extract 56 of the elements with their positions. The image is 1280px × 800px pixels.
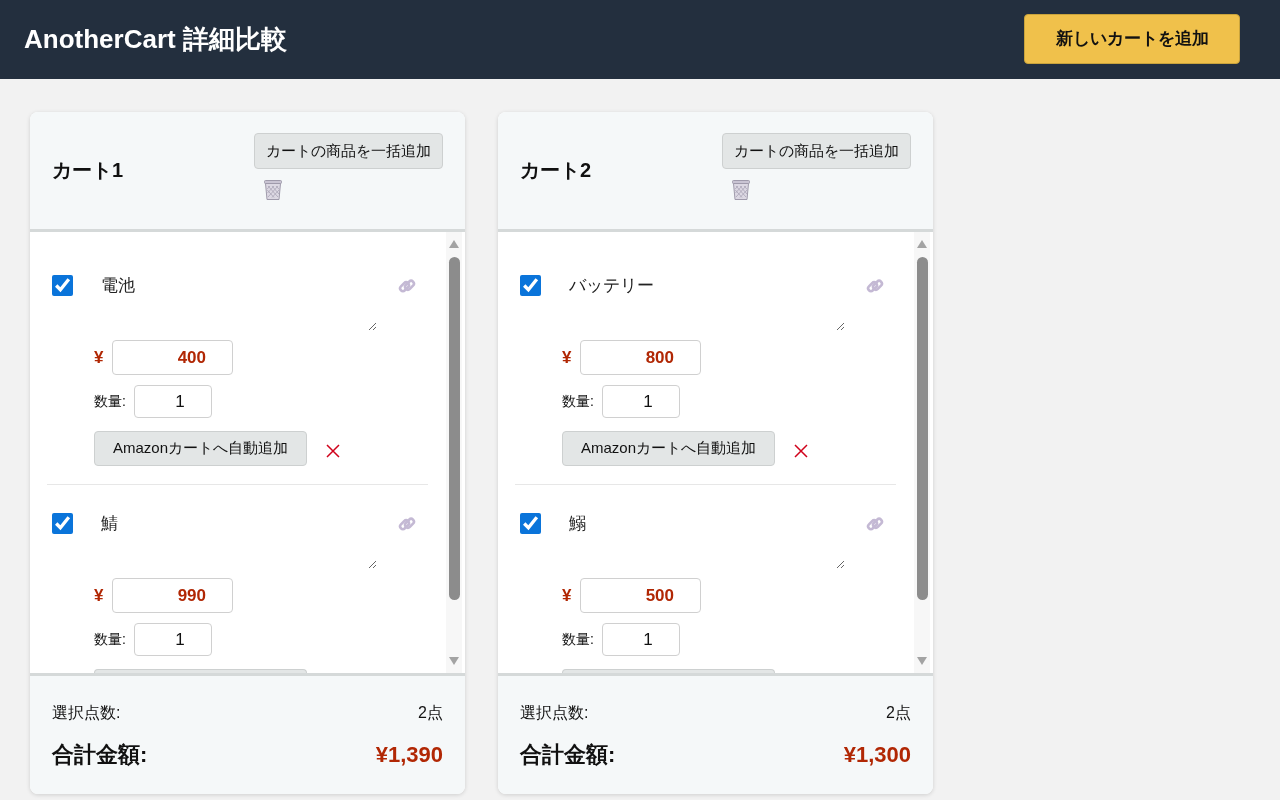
link-icon[interactable] [398, 277, 416, 295]
selected-count-label: 選択点数: [520, 703, 589, 723]
scroll-down-arrow-icon[interactable] [917, 657, 927, 665]
quantity-field[interactable]: 1 [134, 623, 212, 656]
currency-symbol: ¥ [562, 347, 573, 368]
item-checkbox[interactable] [52, 513, 73, 534]
quantity-label: 数量: [562, 630, 595, 649]
link-icon[interactable] [398, 515, 416, 533]
item-checkbox[interactable] [520, 513, 541, 534]
scrollbar-track[interactable] [446, 232, 462, 673]
item-checkbox[interactable] [520, 275, 541, 296]
item-checkbox[interactable] [52, 275, 73, 296]
scrollbar-track[interactable] [914, 232, 930, 673]
total-label: 合計金額: [52, 741, 148, 769]
add-cart-button[interactable]: 新しいカートを追加 [1024, 13, 1240, 64]
price-field[interactable]: 800 [580, 340, 701, 375]
bulk-add-button[interactable]: カートの商品を一括追加 [254, 133, 443, 169]
cart-title: カート2 [520, 158, 592, 183]
amazon-add-button[interactable]: Amazonカートへ自動追加 [94, 431, 307, 466]
quantity-field[interactable]: 1 [602, 385, 680, 418]
quantity-label: 数量: [94, 630, 127, 649]
item-name-field[interactable]: バッテリー [563, 275, 845, 331]
scroll-up-arrow-icon[interactable] [917, 240, 927, 248]
scroll-up-arrow-icon[interactable] [449, 240, 459, 248]
close-icon[interactable] [794, 443, 808, 458]
price-field[interactable]: 400 [112, 340, 233, 375]
amazon-add-button[interactable]: Amazonカートへ自動追加 [562, 431, 775, 466]
selected-count-label: 選択点数: [52, 703, 121, 723]
bulk-add-button[interactable]: カートの商品を一括追加 [722, 133, 911, 169]
link-icon[interactable] [866, 277, 884, 295]
app-title: AnotherCart 詳細比較 [24, 23, 287, 56]
close-icon[interactable] [326, 443, 340, 458]
total-amount: ¥1,300 [843, 741, 911, 769]
quantity-field[interactable]: 1 [134, 385, 212, 418]
currency-symbol: ¥ [94, 585, 105, 606]
price-field[interactable]: 500 [580, 578, 701, 613]
selected-count: 2点 [418, 703, 443, 723]
total-label: 合計金額: [520, 741, 616, 769]
quantity-label: 数量: [94, 392, 127, 411]
item-name-field[interactable]: 電池 [95, 275, 377, 331]
currency-symbol: ¥ [94, 347, 105, 368]
currency-symbol: ¥ [562, 585, 573, 606]
selected-count: 2点 [886, 703, 911, 723]
item-name-field[interactable]: 鰯 [563, 513, 845, 569]
scrollbar-thumb[interactable] [448, 257, 460, 600]
quantity-field[interactable]: 1 [602, 623, 680, 656]
trash-icon[interactable] [264, 180, 282, 200]
scrollbar-thumb[interactable] [916, 257, 928, 600]
price-field[interactable]: 990 [112, 578, 233, 613]
trash-icon[interactable] [732, 180, 750, 200]
item-name-field[interactable]: 鯖 [95, 513, 377, 569]
cart-title: カート1 [52, 158, 124, 183]
scroll-down-arrow-icon[interactable] [449, 657, 459, 665]
quantity-label: 数量: [562, 392, 595, 411]
total-amount: ¥1,390 [375, 741, 443, 769]
link-icon[interactable] [866, 515, 884, 533]
